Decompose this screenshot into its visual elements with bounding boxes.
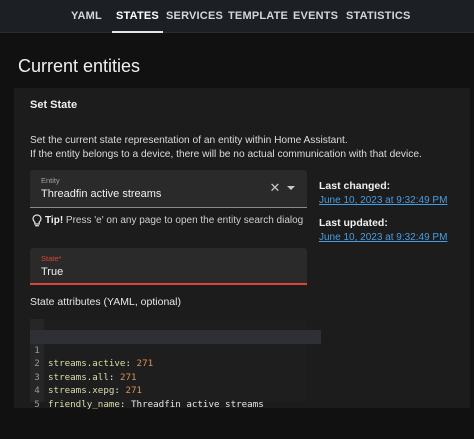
tab-yaml[interactable]: YAML	[71, 0, 102, 33]
set-state-description: Set the current state representation of …	[30, 134, 450, 162]
last-updated-label: Last updated:	[319, 217, 388, 229]
tip-row: Tip! Press 'e' on any page to open the e…	[32, 214, 322, 230]
tab-services[interactable]: SERVICES	[166, 0, 223, 33]
top-tab-bar: YAML STATES SERVICES TEMPLATE EVENTS STA…	[0, 0, 474, 33]
attributes-title: State attributes (YAML, optional)	[30, 296, 181, 308]
state-field-value[interactable]: True	[41, 266, 63, 278]
yaml-code-editor[interactable]: 1 streams.active: 271 2 streams.all: 271…	[30, 319, 321, 410]
editor-line: 2 streams.all: 271	[30, 344, 321, 383]
last-updated-link[interactable]: June 10, 2023 at 9:32:49 PM	[319, 232, 447, 243]
tip-text: Tip! Press 'e' on any page to open the e…	[45, 214, 303, 228]
state-field-label: State*	[41, 254, 62, 263]
lightbulb-icon	[32, 214, 42, 227]
clear-icon[interactable]: ✕	[269, 181, 281, 194]
description-line-2: If the entity belongs to a device, there…	[30, 149, 422, 160]
state-input[interactable]: State* True	[30, 248, 307, 285]
entity-field-value[interactable]: Threadfin active streams	[41, 188, 161, 200]
set-state-title: Set State	[30, 99, 78, 111]
code-text: friendly_name: Threadfin active streams	[48, 398, 264, 410]
yaml-value: Threadfin active streams	[131, 398, 264, 410]
tip-body: Press 'e' on any page to open the entity…	[63, 215, 304, 226]
line-number: 5	[34, 398, 40, 410]
tab-events[interactable]: EVENTS	[293, 0, 338, 33]
editor-line: 3 streams.xepg: 271	[30, 357, 321, 397]
last-changed-label: Last changed:	[319, 180, 391, 192]
entity-field-label: Entity	[41, 176, 60, 185]
yaml-key: friendly_name	[48, 398, 120, 410]
page-title: Current entities	[18, 56, 141, 76]
description-line-1: Set the current state representation of …	[30, 135, 348, 146]
editor-line: 5	[30, 384, 321, 410]
entity-picker[interactable]: Entity Threadfin active streams ✕	[30, 170, 307, 208]
tip-strong: Tip!	[45, 215, 64, 226]
tab-template[interactable]: TEMPLATE	[228, 0, 288, 33]
tab-states[interactable]: STATES	[112, 0, 163, 33]
last-changed-link[interactable]: June 10, 2023 at 9:32:49 PM	[319, 195, 447, 206]
tab-statistics[interactable]: STATISTICS	[346, 0, 411, 33]
editor-line: 1 streams.active: 271	[30, 330, 321, 369]
dropdown-arrow-icon[interactable]	[286, 183, 296, 193]
editor-line: 4 friendly_name: Threadfin active stream…	[30, 371, 321, 410]
